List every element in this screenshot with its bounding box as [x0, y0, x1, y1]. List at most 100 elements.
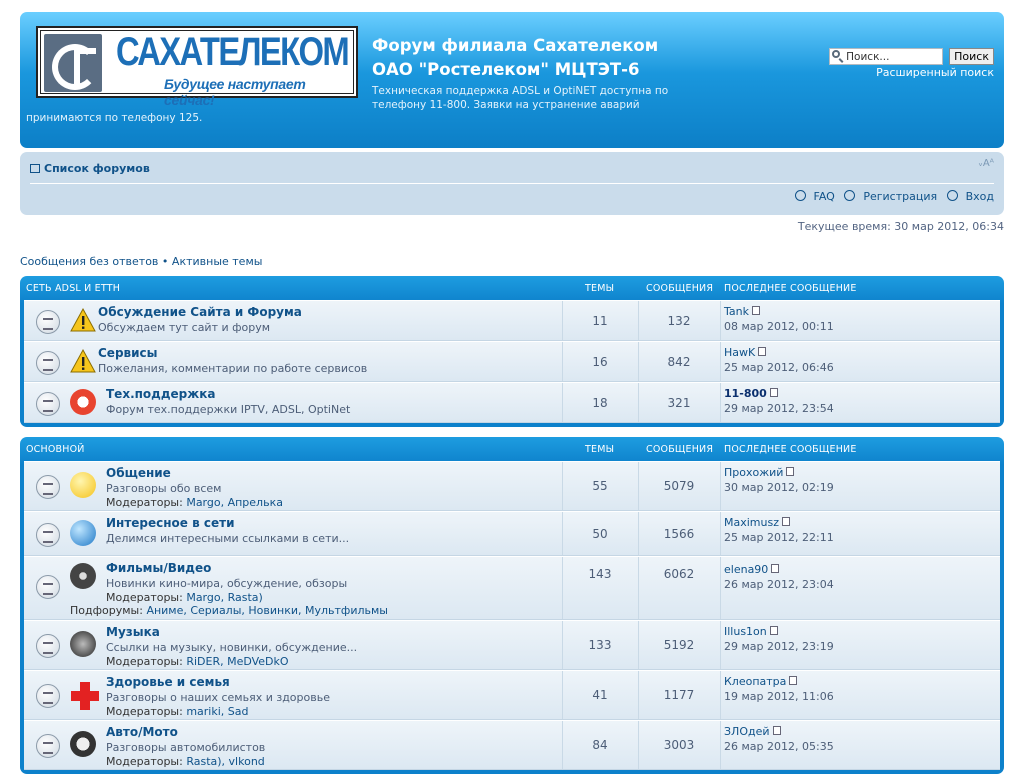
moderators-label: Модераторы: — [106, 591, 183, 604]
advanced-search-link[interactable]: Расширенный поиск — [876, 66, 994, 79]
last-post-author[interactable]: HawK — [724, 346, 755, 359]
forum-description: Делимся интересными ссылками в сети... — [106, 532, 350, 545]
font-size-toggle[interactable]: ᵥAᴬ — [979, 158, 994, 169]
register-link[interactable]: Регистрация — [844, 190, 937, 203]
moderators-label: Модераторы: — [106, 755, 183, 768]
forum-status-icon — [36, 475, 60, 499]
moderator-links[interactable]: Margo, Rasta) — [186, 591, 262, 604]
forum-title-link[interactable]: Музыка — [106, 625, 160, 639]
forum-description: Разговоры о наших семьях и здоровье — [106, 691, 330, 704]
forum-description: Пожелания, комментарии по работе сервисо… — [98, 362, 368, 375]
unanswered-posts-link[interactable]: Сообщения без ответов — [20, 255, 158, 268]
tire-icon — [70, 731, 96, 757]
forum-row[interactable]: Фильмы/Видео Новинки кино-мира, обсуждени… — [24, 556, 1000, 620]
forum-description: Форум тех.поддержки IPTV, ADSL, OptiNet — [106, 403, 351, 416]
view-latest-post-icon[interactable] — [789, 676, 798, 685]
view-latest-post-icon[interactable] — [771, 564, 780, 573]
speech-bubble-icon — [70, 472, 96, 498]
last-post-date: 26 мар 2012, 23:04 — [724, 578, 834, 591]
forum-title-link[interactable]: Тех.поддержка — [106, 387, 215, 401]
last-post: Maximusz 25 мар 2012, 22:11 — [724, 516, 834, 544]
search-button[interactable]: Поиск — [949, 48, 994, 65]
moderator-links[interactable]: RiDER, MeDVeDkO — [186, 655, 288, 668]
forum-row[interactable]: Тех.поддержка Форум тех.поддержки IPTV, A… — [24, 382, 1000, 423]
site-description: Техническая поддержка ADSL и OptiNET дос… — [372, 85, 669, 111]
moderators-label: Модераторы: — [106, 496, 183, 509]
forum-status-icon — [36, 392, 60, 416]
forum-row[interactable]: Интересное в сети Делимся интересными ссы… — [24, 511, 1000, 556]
last-post-author[interactable]: elena90 — [724, 563, 768, 576]
moderator-links[interactable]: Margo, Апрелька — [186, 496, 283, 509]
login-link[interactable]: Вход — [946, 190, 994, 203]
category-title[interactable]: ОСНОВНОЙ — [26, 437, 85, 463]
speaker-icon — [70, 631, 96, 657]
last-post-author[interactable]: Maximusz — [724, 516, 779, 529]
forum-title-link[interactable]: Обсуждение Сайта и Форума — [98, 305, 302, 319]
moderators-label: Модераторы: — [106, 705, 183, 718]
forum-row[interactable]: Общение Разговоры обо всем Модераторы: Mar… — [24, 461, 1000, 511]
forum-title-link[interactable]: Здоровье и семья — [106, 675, 230, 689]
warning-icon — [70, 307, 96, 333]
view-latest-post-icon[interactable] — [786, 467, 795, 476]
forum-title-link[interactable]: Сервисы — [98, 346, 158, 360]
faq-link[interactable]: FAQ — [794, 190, 835, 203]
forum-status-icon — [36, 684, 60, 708]
view-latest-post-icon[interactable] — [782, 517, 790, 526]
posts-count: 1177 — [663, 688, 695, 702]
forum-title-link[interactable]: Общение — [106, 466, 171, 480]
last-post-date: 25 мар 2012, 22:11 — [724, 531, 834, 544]
view-latest-post-icon[interactable] — [772, 726, 781, 735]
logo-text: САХАТЕЛЕКОМ — [116, 30, 350, 74]
view-latest-post-icon[interactable] — [769, 626, 778, 635]
moderator-links[interactable]: mariki, Sad — [186, 705, 248, 718]
view-latest-post-icon[interactable] — [769, 388, 778, 397]
posts-count: 132 — [667, 314, 691, 328]
help-icon — [794, 190, 806, 201]
last-post-author[interactable]: Клеопатра — [724, 675, 786, 688]
last-post-date: 26 мар 2012, 05:35 — [724, 740, 834, 753]
topics-count: 50 — [592, 527, 608, 541]
last-post-author[interactable]: 11-800 — [724, 387, 767, 400]
forum-row[interactable]: Здоровье и семья Разговоры о наших семьях… — [24, 670, 1000, 720]
last-post-author[interactable]: ЗЛОдей — [724, 725, 770, 738]
register-icon — [844, 190, 856, 201]
forum-index-link[interactable]: Список форумов — [30, 162, 150, 175]
forum-row[interactable]: Авто/Мото Разговоры автомобилистов Модерат… — [24, 720, 1000, 770]
forum-row[interactable]: Сервисы Пожелания, комментарии по работе … — [24, 341, 1000, 382]
subforum-links[interactable]: Аниме, Сериалы, Новинки, Мультфильмы — [146, 604, 388, 617]
site-logo[interactable]: САХАТЕЛЕКОМ Будущее наступает сейчас! — [36, 26, 358, 108]
forum-title-link[interactable]: Интересное в сети — [106, 516, 235, 530]
forum-status-icon — [36, 575, 60, 599]
navbar: Список форумов ᵥAᴬ FAQ Регистрация Вход — [20, 152, 1004, 215]
forum-moderators: Модераторы: RiDER, MeDVeDkO — [106, 655, 289, 668]
topics-count: 55 — [592, 479, 608, 493]
last-post-date: 25 мар 2012, 06:46 — [724, 361, 834, 374]
last-post-date: 08 мар 2012, 00:11 — [724, 320, 834, 333]
user-links: FAQ Регистрация Вход — [789, 190, 994, 203]
view-latest-post-icon[interactable] — [751, 306, 760, 315]
row-divider — [720, 671, 721, 719]
last-post-author[interactable]: Tank — [724, 305, 749, 318]
forum-status-icon — [36, 734, 60, 758]
active-topics-link[interactable]: Активные темы — [172, 255, 263, 268]
search-input[interactable] — [829, 48, 944, 65]
site-description-continued: принимаются по телефону 125. — [26, 112, 203, 124]
last-post-author[interactable]: Прохожий — [724, 466, 783, 479]
category-adsl-etth: СЕТЬ ADSL И ETTH ТЕМЫ СООБЩЕНИЯ ПОСЛЕДНЕЕ С… — [20, 276, 1004, 427]
view-latest-post-icon[interactable] — [758, 347, 767, 356]
forum-row[interactable]: Обсуждение Сайта и Форума Обсуждаем тут с… — [24, 300, 1000, 341]
forum-row[interactable]: Музыка Ссылки на музыку, новинки, обсужде… — [24, 620, 1000, 670]
category-title[interactable]: СЕТЬ ADSL И ETTH — [26, 276, 120, 302]
last-post-date: 29 мар 2012, 23:54 — [724, 402, 834, 415]
moderator-links[interactable]: Rasta), vlkond — [186, 755, 264, 768]
forum-title-link[interactable]: Авто/Мото — [106, 725, 178, 739]
row-divider — [720, 383, 721, 422]
navbar-divider — [30, 183, 994, 184]
last-post-author[interactable]: Illus1on — [724, 625, 767, 638]
forum-title-link[interactable]: Фильмы/Видео — [106, 561, 211, 575]
row-divider — [720, 301, 721, 340]
forum-moderators: Модераторы: mariki, Sad — [106, 705, 249, 718]
category-header: ОСНОВНОЙ ТЕМЫ СООБЩЕНИЯ ПОСЛЕДНЕЕ СООБЩЕНИЕ — [24, 437, 1000, 461]
last-post-column-header: ПОСЛЕДНЕЕ СООБЩЕНИЕ — [724, 444, 857, 455]
row-divider — [720, 342, 721, 381]
